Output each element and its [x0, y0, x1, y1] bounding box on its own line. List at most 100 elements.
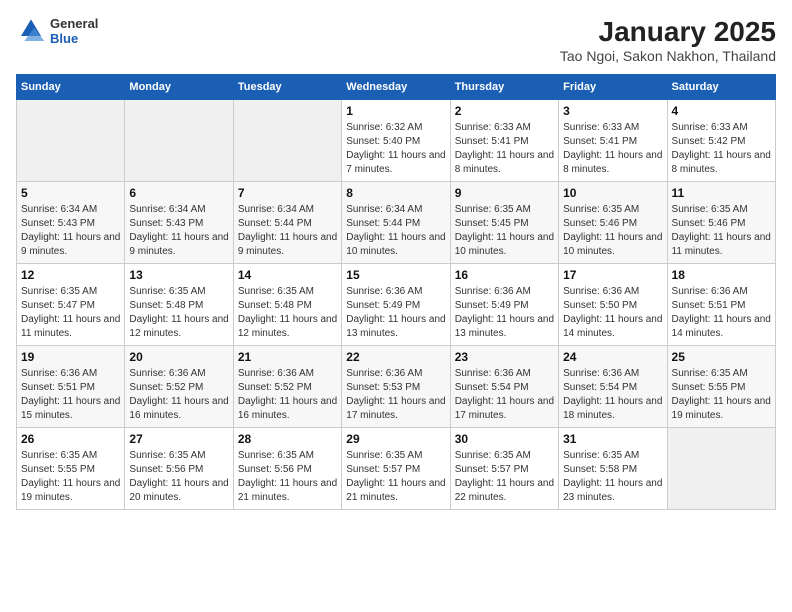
calendar-cell: 17 Sunrise: 6:36 AM Sunset: 5:50 PM Dayli… [559, 264, 667, 346]
day-info: Sunrise: 6:35 AM Sunset: 5:46 PM Dayligh… [563, 203, 662, 259]
day-info: Sunrise: 6:35 AM Sunset: 5:56 PM Dayligh… [129, 449, 228, 505]
calendar-cell: 10 Sunrise: 6:35 AM Sunset: 5:46 PM Dayli… [559, 182, 667, 264]
day-info: Sunrise: 6:35 AM Sunset: 5:55 PM Dayligh… [672, 367, 771, 423]
day-number: 15 [346, 268, 445, 282]
calendar-cell: 13 Sunrise: 6:35 AM Sunset: 5:48 PM Dayli… [125, 264, 233, 346]
day-info: Sunrise: 6:33 AM Sunset: 5:41 PM Dayligh… [455, 121, 554, 177]
day-info: Sunrise: 6:36 AM Sunset: 5:52 PM Dayligh… [238, 367, 337, 423]
day-number: 13 [129, 268, 228, 282]
calendar-cell: 11 Sunrise: 6:35 AM Sunset: 5:46 PM Dayli… [667, 182, 775, 264]
col-header-saturday: Saturday [667, 75, 775, 100]
day-info: Sunrise: 6:33 AM Sunset: 5:42 PM Dayligh… [672, 121, 771, 177]
day-info: Sunrise: 6:35 AM Sunset: 5:48 PM Dayligh… [129, 285, 228, 341]
day-number: 9 [455, 186, 554, 200]
calendar-cell: 9 Sunrise: 6:35 AM Sunset: 5:45 PM Daylig… [450, 182, 558, 264]
calendar-body: 1 Sunrise: 6:32 AM Sunset: 5:40 PM Daylig… [17, 100, 776, 510]
day-number: 28 [238, 432, 337, 446]
calendar-cell: 25 Sunrise: 6:35 AM Sunset: 5:55 PM Dayli… [667, 346, 775, 428]
day-number: 8 [346, 186, 445, 200]
calendar-cell [17, 100, 125, 182]
col-header-thursday: Thursday [450, 75, 558, 100]
day-number: 29 [346, 432, 445, 446]
calendar-cell: 23 Sunrise: 6:36 AM Sunset: 5:54 PM Dayli… [450, 346, 558, 428]
day-number: 16 [455, 268, 554, 282]
page-title: January 2025 [560, 16, 776, 48]
calendar-cell: 27 Sunrise: 6:35 AM Sunset: 5:56 PM Dayli… [125, 428, 233, 510]
day-number: 30 [455, 432, 554, 446]
calendar-cell: 2 Sunrise: 6:33 AM Sunset: 5:41 PM Daylig… [450, 100, 558, 182]
day-number: 17 [563, 268, 662, 282]
calendar-cell: 22 Sunrise: 6:36 AM Sunset: 5:53 PM Dayli… [342, 346, 450, 428]
day-number: 20 [129, 350, 228, 364]
day-number: 2 [455, 104, 554, 118]
day-info: Sunrise: 6:36 AM Sunset: 5:51 PM Dayligh… [21, 367, 120, 423]
day-number: 31 [563, 432, 662, 446]
day-info: Sunrise: 6:35 AM Sunset: 5:56 PM Dayligh… [238, 449, 337, 505]
day-info: Sunrise: 6:34 AM Sunset: 5:43 PM Dayligh… [129, 203, 228, 259]
header-row: SundayMondayTuesdayWednesdayThursdayFrid… [17, 75, 776, 100]
day-number: 27 [129, 432, 228, 446]
calendar-table: SundayMondayTuesdayWednesdayThursdayFrid… [16, 74, 776, 510]
day-info: Sunrise: 6:35 AM Sunset: 5:48 PM Dayligh… [238, 285, 337, 341]
calendar-cell [233, 100, 341, 182]
day-number: 22 [346, 350, 445, 364]
col-header-sunday: Sunday [17, 75, 125, 100]
calendar-cell: 21 Sunrise: 6:36 AM Sunset: 5:52 PM Dayli… [233, 346, 341, 428]
day-number: 25 [672, 350, 771, 364]
day-info: Sunrise: 6:34 AM Sunset: 5:43 PM Dayligh… [21, 203, 120, 259]
calendar-cell: 7Sunrise: 6:34 AM Sunset: 5:44 PM Daylig… [233, 182, 341, 264]
calendar-cell: 5 Sunrise: 6:34 AM Sunset: 5:43 PM Daylig… [17, 182, 125, 264]
calendar-cell: 8Sunrise: 6:34 AM Sunset: 5:44 PM Daylig… [342, 182, 450, 264]
day-info: Sunrise: 6:36 AM Sunset: 5:51 PM Dayligh… [672, 285, 771, 341]
day-info: Sunrise: 6:36 AM Sunset: 5:53 PM Dayligh… [346, 367, 445, 423]
day-number: 11 [672, 186, 771, 200]
week-row-3: 12Sunrise: 6:35 AM Sunset: 5:47 PM Dayli… [17, 264, 776, 346]
day-info: Sunrise: 6:34 AM Sunset: 5:44 PM Dayligh… [238, 203, 337, 259]
logo-general-text: General [50, 16, 98, 31]
col-header-friday: Friday [559, 75, 667, 100]
day-info: Sunrise: 6:36 AM Sunset: 5:54 PM Dayligh… [563, 367, 662, 423]
calendar-cell [667, 428, 775, 510]
calendar-cell: 14 Sunrise: 6:35 AM Sunset: 5:48 PM Dayli… [233, 264, 341, 346]
calendar-cell: 16 Sunrise: 6:36 AM Sunset: 5:49 PM Dayli… [450, 264, 558, 346]
page-subtitle: Tao Ngoi, Sakon Nakhon, Thailand [560, 48, 776, 64]
calendar-cell: 12Sunrise: 6:35 AM Sunset: 5:47 PM Dayli… [17, 264, 125, 346]
day-info: Sunrise: 6:35 AM Sunset: 5:58 PM Dayligh… [563, 449, 662, 505]
calendar-cell: 19 Sunrise: 6:36 AM Sunset: 5:51 PM Dayli… [17, 346, 125, 428]
calendar-cell: 4Sunrise: 6:33 AM Sunset: 5:42 PM Daylig… [667, 100, 775, 182]
calendar-cell: 3 Sunrise: 6:33 AM Sunset: 5:41 PM Daylig… [559, 100, 667, 182]
day-number: 12 [21, 268, 120, 282]
day-info: Sunrise: 6:36 AM Sunset: 5:50 PM Dayligh… [563, 285, 662, 341]
day-number: 5 [21, 186, 120, 200]
day-number: 23 [455, 350, 554, 364]
day-info: Sunrise: 6:36 AM Sunset: 5:52 PM Dayligh… [129, 367, 228, 423]
calendar-cell: 18 Sunrise: 6:36 AM Sunset: 5:51 PM Dayli… [667, 264, 775, 346]
day-info: Sunrise: 6:35 AM Sunset: 5:46 PM Dayligh… [672, 203, 771, 259]
day-info: Sunrise: 6:33 AM Sunset: 5:41 PM Dayligh… [563, 121, 662, 177]
col-header-monday: Monday [125, 75, 233, 100]
week-row-4: 19 Sunrise: 6:36 AM Sunset: 5:51 PM Dayli… [17, 346, 776, 428]
logo-text: General Blue [50, 16, 98, 46]
calendar-cell: 20 Sunrise: 6:36 AM Sunset: 5:52 PM Dayli… [125, 346, 233, 428]
logo-blue-text: Blue [50, 31, 98, 46]
day-number: 3 [563, 104, 662, 118]
day-info: Sunrise: 6:32 AM Sunset: 5:40 PM Dayligh… [346, 121, 445, 177]
day-info: Sunrise: 6:36 AM Sunset: 5:54 PM Dayligh… [455, 367, 554, 423]
calendar-cell [125, 100, 233, 182]
day-number: 21 [238, 350, 337, 364]
calendar-cell: 26Sunrise: 6:35 AM Sunset: 5:55 PM Dayli… [17, 428, 125, 510]
day-number: 1 [346, 104, 445, 118]
day-number: 19 [21, 350, 120, 364]
col-header-wednesday: Wednesday [342, 75, 450, 100]
calendar-cell: 1 Sunrise: 6:32 AM Sunset: 5:40 PM Daylig… [342, 100, 450, 182]
day-number: 14 [238, 268, 337, 282]
day-number: 26 [21, 432, 120, 446]
day-number: 18 [672, 268, 771, 282]
day-number: 6 [129, 186, 228, 200]
day-number: 10 [563, 186, 662, 200]
day-info: Sunrise: 6:35 AM Sunset: 5:45 PM Dayligh… [455, 203, 554, 259]
day-info: Sunrise: 6:36 AM Sunset: 5:49 PM Dayligh… [455, 285, 554, 341]
day-info: Sunrise: 6:36 AM Sunset: 5:49 PM Dayligh… [346, 285, 445, 341]
title-block: January 2025 Tao Ngoi, Sakon Nakhon, Tha… [560, 16, 776, 64]
day-number: 24 [563, 350, 662, 364]
